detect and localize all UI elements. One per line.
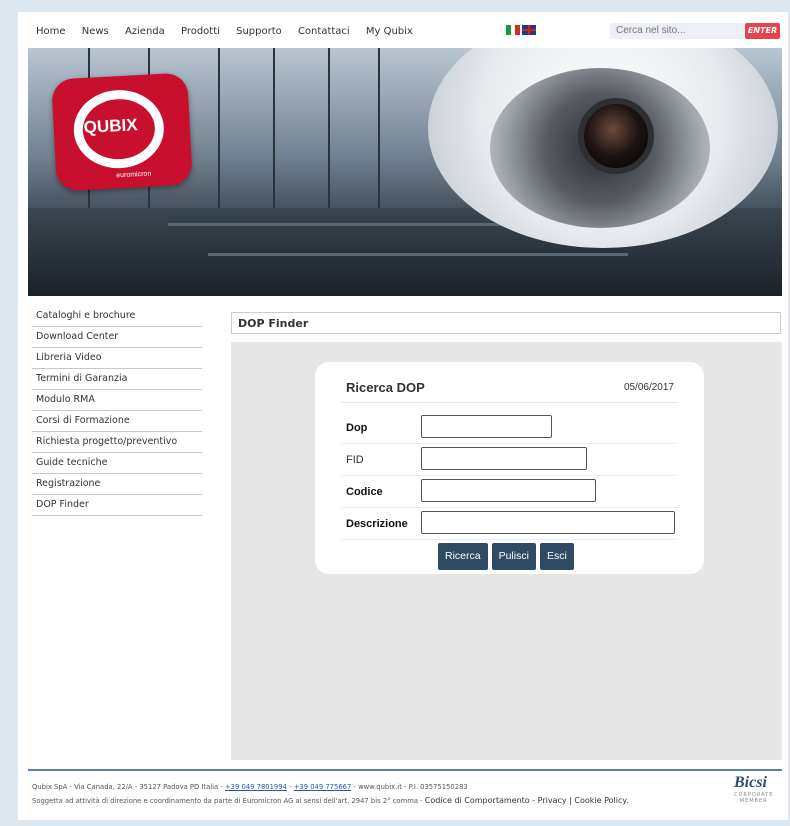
footer-address-line: Qubix SpA - Via Canada, 22/A - 35127 Pad… bbox=[32, 780, 629, 794]
sidebar-item-cataloghi[interactable]: Cataloghi e brochure bbox=[32, 306, 202, 327]
fid-row: FID bbox=[341, 444, 678, 476]
descrizione-row: Descrizione bbox=[341, 508, 678, 540]
hero-rail bbox=[208, 253, 628, 256]
form-date: 05/06/2017 bbox=[623, 382, 674, 393]
sidebar-item-dop-finder[interactable]: DOP Finder bbox=[32, 495, 202, 516]
camera-lens bbox=[578, 98, 654, 174]
sidebar-item-termini-garanzia[interactable]: Termini di Garanzia bbox=[32, 369, 202, 390]
sidebar-item-modulo-rma[interactable]: Modulo RMA bbox=[32, 390, 202, 411]
codice-field[interactable] bbox=[421, 479, 596, 502]
nav-contattaci[interactable]: Contattaci bbox=[298, 26, 350, 37]
footer: Qubix SpA - Via Canada, 22/A - 35127 Pad… bbox=[32, 780, 629, 808]
logo-subtitle: euromicron bbox=[116, 170, 152, 180]
footer-legal-text: Soggetta ad attività di direzione e coor… bbox=[32, 797, 423, 805]
dop-field[interactable] bbox=[421, 415, 552, 438]
footer-legal-links[interactable]: Codice di Comportamento - Privacy | Cook… bbox=[425, 796, 629, 805]
codice-row: Codice bbox=[341, 476, 678, 508]
sidebar-item-registrazione[interactable]: Registrazione bbox=[32, 474, 202, 495]
dop-search-card: Ricerca DOP 05/06/2017 Dop FID Codice De… bbox=[315, 362, 704, 574]
footer-address: Qubix SpA - Via Canada, 22/A - 35127 Pad… bbox=[32, 783, 223, 791]
hero-banner: QUBIX euromicron bbox=[28, 48, 782, 296]
clear-button[interactable]: Pulisci bbox=[491, 543, 536, 570]
fid-field[interactable] bbox=[421, 447, 587, 470]
main-panel: Ricerca DOP 05/06/2017 Dop FID Codice De… bbox=[231, 342, 782, 760]
search-enter-button[interactable]: ENTER bbox=[745, 23, 780, 39]
page: Home News Azienda Prodotti Supporto Cont… bbox=[18, 12, 788, 820]
nav-links: Home News Azienda Prodotti Supporto Cont… bbox=[36, 26, 426, 37]
sidebar-item-download-center[interactable]: Download Center bbox=[32, 327, 202, 348]
nav-supporto[interactable]: Supporto bbox=[236, 26, 282, 37]
nav-my-qubix[interactable]: My Qubix bbox=[366, 26, 413, 37]
italian-flag-icon[interactable] bbox=[506, 25, 521, 35]
codice-label: Codice bbox=[346, 486, 383, 498]
footer-phone-1[interactable]: +39 049 7801994 bbox=[225, 783, 287, 791]
hero-rail bbox=[168, 223, 528, 226]
descrizione-field[interactable] bbox=[421, 511, 675, 534]
fid-label: FID bbox=[346, 454, 364, 466]
page-title: DOP Finder bbox=[231, 312, 781, 334]
language-flags bbox=[506, 25, 536, 35]
footer-phone-2[interactable]: +39 049 775667 bbox=[294, 783, 352, 791]
sidebar-item-corsi-formazione[interactable]: Corsi di Formazione bbox=[32, 411, 202, 432]
nav-home[interactable]: Home bbox=[36, 26, 66, 37]
top-navigation: Home News Azienda Prodotti Supporto Cont… bbox=[18, 12, 788, 48]
exit-button[interactable]: Esci bbox=[539, 543, 574, 570]
camera-dome bbox=[490, 68, 710, 228]
logo-text: QUBIX bbox=[83, 115, 138, 137]
footer-legal-line: Soggetta ad attività di direzione e coor… bbox=[32, 794, 629, 808]
uk-flag-icon[interactable] bbox=[522, 25, 536, 35]
bicsi-logo[interactable]: Bicsi CORPORATE MEMBER bbox=[734, 774, 773, 804]
nav-azienda[interactable]: Azienda bbox=[125, 26, 165, 37]
form-buttons: Ricerca Pulisci Esci bbox=[438, 543, 574, 570]
dop-label: Dop bbox=[346, 422, 368, 434]
sidebar-menu: Cataloghi e brochure Download Center Lib… bbox=[32, 306, 202, 516]
footer-divider bbox=[28, 769, 782, 771]
footer-separator: - bbox=[289, 783, 292, 791]
divider bbox=[341, 402, 678, 403]
footer-site-vat: - www.qubix.it - P.I. 03575150283 bbox=[353, 783, 468, 791]
search-input[interactable] bbox=[610, 23, 744, 39]
sidebar-item-richiesta-progetto[interactable]: Richiesta progetto/preventivo bbox=[32, 432, 202, 453]
bicsi-wordmark: Bicsi bbox=[734, 774, 767, 791]
sidebar-item-libreria-video[interactable]: Libreria Video bbox=[32, 348, 202, 369]
search-button[interactable]: Ricerca bbox=[438, 543, 488, 570]
qubix-logo[interactable]: QUBIX euromicron bbox=[51, 72, 193, 192]
sidebar-item-guide-tecniche[interactable]: Guide tecniche bbox=[32, 453, 202, 474]
nav-prodotti[interactable]: Prodotti bbox=[181, 26, 220, 37]
descrizione-label: Descrizione bbox=[346, 518, 408, 530]
nav-news[interactable]: News bbox=[82, 26, 109, 37]
form-title: Ricerca DOP bbox=[346, 380, 425, 395]
bicsi-member: MEMBER bbox=[739, 798, 768, 804]
dop-row: Dop bbox=[341, 412, 678, 444]
